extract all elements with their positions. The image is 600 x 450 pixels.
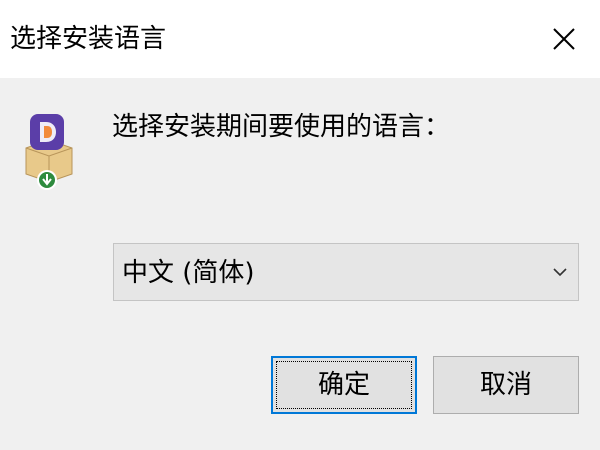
title-bar: 选择安装语言 — [0, 0, 600, 78]
prompt-label: 选择安装期间要使用的语言： — [112, 112, 451, 142]
close-icon — [553, 28, 575, 50]
language-select-value: 中文 (简体) — [122, 258, 255, 288]
cancel-button[interactable]: 取消 — [433, 356, 579, 414]
installer-app-icon — [25, 114, 73, 190]
chevron-down-icon — [553, 268, 567, 277]
language-select[interactable]: 中文 (简体) — [113, 243, 579, 301]
close-button[interactable] — [528, 0, 600, 78]
ok-button[interactable]: 确定 — [271, 356, 417, 414]
window-title: 选择安装语言 — [10, 24, 167, 54]
language-dialog: 选择安装语言 选择安装期间要使用的语言： 中文 (简体) 确定 取消 — [0, 0, 600, 450]
